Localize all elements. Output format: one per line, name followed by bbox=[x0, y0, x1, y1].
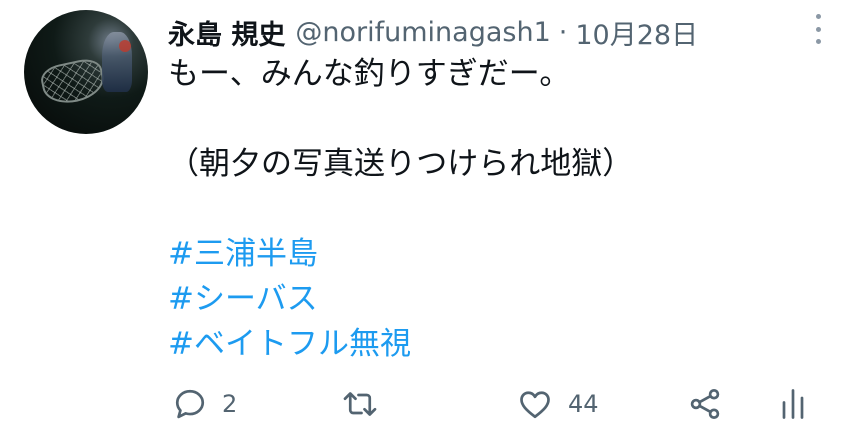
avatar[interactable] bbox=[24, 10, 148, 134]
tweet-text-line: （朝夕の写真送りつけられ地獄） bbox=[168, 146, 634, 182]
like-count: 44 bbox=[568, 390, 599, 418]
tweet-text-line: もー、みんな釣りすぎだー。 bbox=[168, 56, 571, 92]
reply-icon bbox=[175, 389, 205, 419]
heart-icon bbox=[520, 391, 550, 419]
hashtag-link[interactable]: #三浦半島 bbox=[168, 232, 633, 277]
author-handle[interactable]: @norifuminagash1 bbox=[295, 17, 550, 48]
retweet-icon bbox=[343, 392, 377, 416]
analytics-icon bbox=[782, 389, 804, 419]
tweet-header: 永島 規史 @norifuminagash1 · 10月28日 bbox=[168, 12, 698, 52]
avatar-net-graphic bbox=[38, 55, 108, 109]
hashtag-link[interactable]: #シーバス bbox=[168, 277, 633, 322]
hashtag-link[interactable]: #ベイトフル無視 bbox=[168, 322, 633, 367]
action-bar: 2 44 bbox=[0, 382, 864, 426]
reply-count: 2 bbox=[222, 390, 238, 418]
separator-dot: · bbox=[558, 16, 568, 48]
like-button[interactable]: 44 bbox=[516, 382, 599, 426]
retweet-button[interactable] bbox=[340, 382, 394, 426]
share-icon bbox=[690, 389, 720, 419]
more-vertical-icon[interactable] bbox=[812, 14, 824, 44]
tweet-date[interactable]: 10月28日 bbox=[575, 13, 698, 52]
tweet-body: もー、みんな釣りすぎだー。 （朝夕の写真送りつけられ地獄） #三浦半島 #シーバ… bbox=[168, 52, 633, 367]
analytics-button[interactable] bbox=[778, 382, 808, 426]
reply-button[interactable]: 2 bbox=[172, 382, 237, 426]
share-button[interactable] bbox=[686, 382, 724, 426]
author-name[interactable]: 永島 規史 bbox=[168, 13, 285, 52]
avatar-light-graphic bbox=[119, 40, 131, 52]
